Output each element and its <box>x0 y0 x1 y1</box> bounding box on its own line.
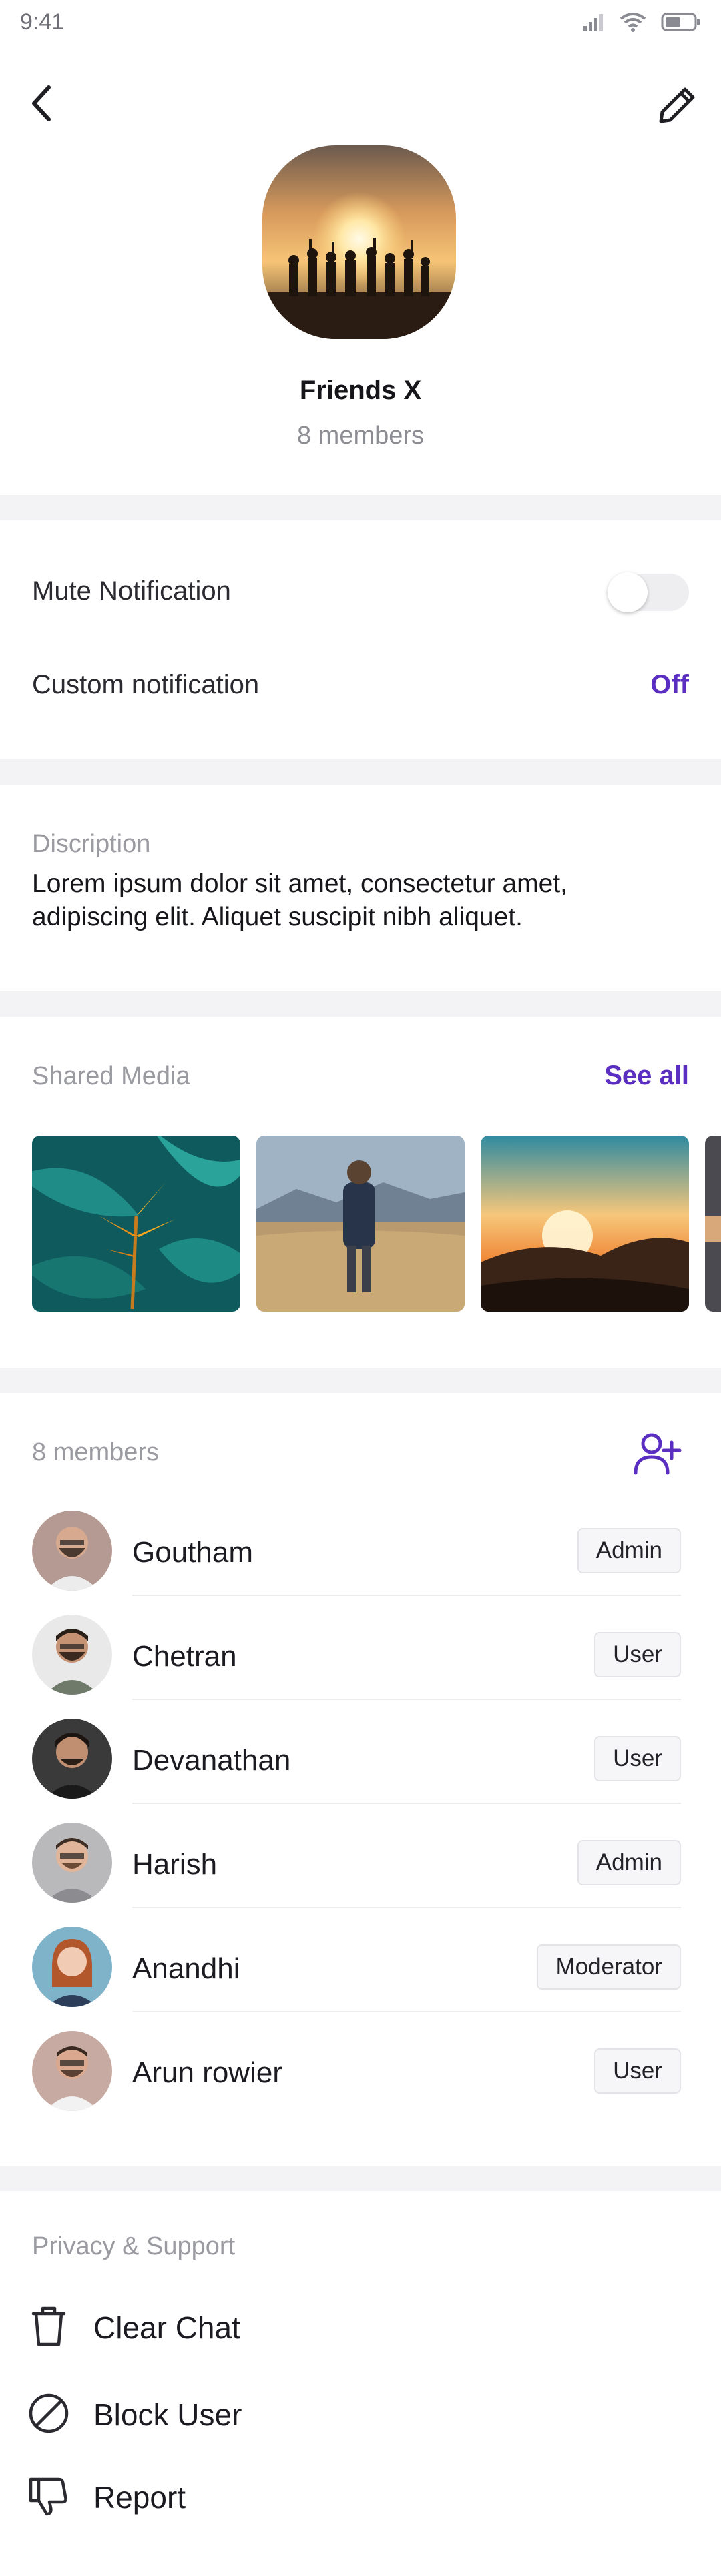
add-user-icon <box>634 1433 682 1475</box>
member-photo-image <box>32 1719 112 1799</box>
status-icons <box>583 12 701 32</box>
shared-media-label: Shared Media <box>32 1062 190 1090</box>
privacy-support-label: Privacy & Support <box>32 2232 236 2260</box>
member-role-badge: User <box>594 1736 681 1781</box>
signal-icon <box>583 14 603 31</box>
status-bar: 9:41 <box>0 0 721 52</box>
top-bar <box>0 67 721 140</box>
leaf-plant-image <box>32 1136 240 1312</box>
add-member-button[interactable] <box>630 1428 684 1481</box>
member-photo-image <box>32 1823 112 1903</box>
status-time: 9:41 <box>20 9 65 35</box>
member-role-badge: Admin <box>577 1840 681 1885</box>
clear-chat-button[interactable]: Clear Chat <box>0 2290 721 2363</box>
section-divider <box>0 1368 721 1393</box>
toggle-knob <box>608 572 648 612</box>
custom-notification-label[interactable]: Custom notification <box>32 670 259 700</box>
media-thumbnail-leaf[interactable] <box>32 1136 240 1312</box>
member-row[interactable]: Chetran User <box>0 1593 721 1700</box>
member-avatar <box>32 1511 112 1591</box>
mute-notification-toggle[interactable] <box>608 572 689 612</box>
thumbs-down-icon <box>29 2477 67 2516</box>
member-row[interactable]: Arun rowier User <box>0 2010 721 2114</box>
block-user-button[interactable]: Block User <box>0 2377 721 2450</box>
member-avatar <box>32 1823 112 1903</box>
group-photo-sunset-image <box>262 145 456 339</box>
members-label: 8 members <box>32 1438 160 1466</box>
edit-button[interactable] <box>654 81 701 128</box>
mute-notification-label: Mute Notification <box>32 576 231 606</box>
shared-media-strip <box>32 1136 721 1312</box>
group-name: Friends X <box>299 376 422 405</box>
man-in-field-image <box>256 1136 465 1312</box>
member-name: Arun rowier <box>132 2056 282 2089</box>
clear-chat-label: Clear Chat <box>93 2310 240 2345</box>
report-label: Report <box>93 2480 186 2515</box>
member-name: Goutham <box>132 1536 253 1569</box>
member-row[interactable]: Harish Admin <box>0 1801 721 1908</box>
member-name: Devanathan <box>132 1744 291 1777</box>
media-thumbnail-partial[interactable] <box>705 1136 721 1312</box>
member-row[interactable]: Goutham Admin <box>0 1489 721 1596</box>
see-all-link[interactable]: See all <box>604 1061 689 1091</box>
member-photo-image <box>32 2031 112 2111</box>
member-photo-image <box>32 1511 112 1591</box>
member-avatar <box>32 2031 112 2111</box>
media-thumbnail-sunset[interactable] <box>481 1136 689 1312</box>
block-user-label: Block User <box>93 2397 242 2432</box>
section-divider <box>0 495 721 520</box>
group-member-count: 8 members <box>296 422 425 450</box>
back-button[interactable] <box>20 81 64 125</box>
trash-icon <box>31 2306 66 2346</box>
pencil-icon <box>659 87 695 123</box>
description-label: Discription <box>32 830 151 858</box>
member-photo-image <box>32 1615 112 1695</box>
media-thumbnail-field[interactable] <box>256 1136 465 1312</box>
member-name: Chetran <box>132 1640 237 1673</box>
member-name: Anandhi <box>132 1952 240 1985</box>
member-photo-image <box>32 1927 112 2007</box>
member-row[interactable]: Anandhi Moderator <box>0 1905 721 2012</box>
member-row[interactable]: Devanathan User <box>0 1697 721 1804</box>
chevron-left-icon <box>32 85 51 121</box>
member-role-badge: Moderator <box>537 1944 681 1990</box>
section-divider <box>0 2166 721 2191</box>
mountain-sunset-image <box>481 1136 689 1312</box>
section-divider <box>0 759 721 785</box>
section-divider <box>0 991 721 1017</box>
member-role-badge: User <box>594 2048 681 2094</box>
report-button[interactable]: Report <box>0 2459 721 2533</box>
description-text: Lorem ipsum dolor sit amet, consectetur … <box>32 869 567 931</box>
member-avatar <box>32 1615 112 1695</box>
battery-icon <box>661 13 700 31</box>
member-avatar <box>32 1719 112 1799</box>
member-avatar <box>32 1927 112 2007</box>
custom-notification-value[interactable]: Off <box>650 670 689 700</box>
member-name: Harish <box>132 1848 218 1881</box>
partial-photo-image <box>705 1136 721 1312</box>
member-role-badge: User <box>594 1632 681 1677</box>
member-role-badge: Admin <box>577 1528 681 1573</box>
group-avatar[interactable] <box>262 145 456 339</box>
block-icon <box>29 2393 69 2433</box>
wifi-icon <box>620 13 646 32</box>
